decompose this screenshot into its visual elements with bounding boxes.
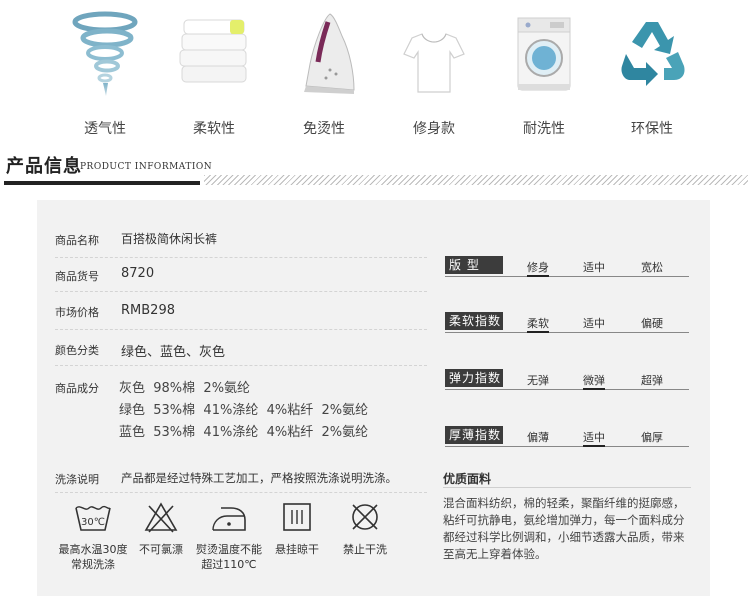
scale-label: 版 型 — [445, 256, 503, 274]
no-bleach-icon — [144, 502, 178, 533]
feature-label: 修身款 — [413, 121, 455, 137]
feature-label: 柔软性 — [193, 121, 235, 137]
care-divider — [55, 492, 427, 493]
feature-label: 透气性 — [84, 121, 126, 137]
feature-slim-fit: 修身款 — [384, 8, 484, 137]
info-key: 商品货号 — [55, 270, 99, 283]
scale-option-selected: 修身 — [527, 259, 549, 277]
quality-divider — [443, 487, 691, 488]
info-value: RMB298 — [121, 303, 175, 318]
info-value: 绿色、蓝色、灰色 — [121, 345, 226, 360]
scale-option: 偏薄 — [527, 431, 549, 444]
product-info-panel: 商品名称 百搭极简休闲长裤 商品货号 8720 市场价格 RMB298 颜色分类… — [37, 200, 710, 596]
info-value: 8720 — [121, 266, 155, 281]
scale-label: 厚薄指数 — [445, 426, 503, 444]
info-value: 百搭极简休闲长裤 — [121, 232, 218, 246]
info-key: 市场价格 — [55, 306, 99, 319]
washing-machine-icon — [517, 17, 571, 91]
scale-softness: 柔软指数 柔软 适中 偏硬 — [443, 312, 691, 338]
section-title: 产品信息 — [6, 156, 82, 177]
composition-line: 绿色 53%棉 41%涤纶 4%粘纤 2%氨纶 — [119, 403, 369, 418]
scale-label: 弹力指数 — [445, 369, 503, 387]
info-key: 商品名称 — [55, 234, 99, 247]
scale-track — [445, 276, 689, 277]
scale-option-selected: 适中 — [583, 429, 605, 447]
care-key: 洗涤说明 — [55, 473, 99, 486]
wash-30-icon: 30℃ — [75, 505, 111, 531]
iron-temp-icon — [212, 507, 246, 531]
recycle-icon — [621, 22, 685, 86]
no-dry-clean-icon — [352, 504, 378, 530]
scale-thickness: 厚薄指数 偏薄 适中 偏厚 — [443, 426, 691, 452]
scale-option-selected: 微弹 — [583, 372, 605, 390]
hang-dry-icon — [283, 503, 311, 531]
scale-option: 偏硬 — [641, 317, 663, 330]
care-label: 禁止干洗 — [343, 543, 387, 556]
wash-temp-label: 30℃ — [81, 517, 105, 528]
info-key: 颜色分类 — [55, 344, 99, 357]
composition-line: 蓝色 53%棉 41%涤纶 4%粘纤 2%氨纶 — [119, 425, 369, 440]
scale-elasticity: 弹力指数 无弹 微弹 超弹 — [443, 369, 691, 395]
scale-option: 宽松 — [641, 261, 663, 274]
tornado-icon — [72, 11, 138, 96]
info-row-name: 商品名称 百搭极简休闲长裤 — [55, 230, 427, 258]
scale-track — [445, 446, 689, 447]
hatch-divider — [204, 175, 748, 185]
info-row-colors: 颜色分类 绿色、蓝色、灰色 — [55, 330, 427, 366]
scale-label: 柔软指数 — [445, 312, 503, 330]
care-value: 产品都是经过特殊工艺加工，严格按照洗涤说明洗涤。 — [121, 471, 397, 485]
scale-track — [445, 389, 689, 390]
quality-title: 优质面料 — [443, 472, 492, 486]
scale-option: 偏厚 — [641, 431, 663, 444]
composition-line: 灰色 98%棉 2%氨纶 — [119, 381, 251, 396]
care-item-no-dry-clean: 禁止干洗 — [323, 500, 407, 557]
title-underline — [4, 181, 200, 185]
scale-fit: 版 型 修身 适中 宽松 — [443, 256, 691, 282]
feature-softness: 柔软性 — [164, 8, 264, 137]
scale-option: 超弹 — [641, 374, 663, 387]
scale-option: 适中 — [583, 317, 605, 330]
feature-no-iron: 免烫性 — [274, 8, 374, 137]
feature-label: 耐洗性 — [523, 121, 565, 137]
iron-icon — [304, 13, 355, 94]
feature-eco-friendly: 环保性 — [602, 8, 702, 137]
feature-label: 免烫性 — [303, 121, 345, 137]
section-subtitle: PRODUCT INFORMATION — [80, 162, 213, 172]
info-row-sku: 商品货号 8720 — [55, 258, 427, 292]
scale-track — [445, 332, 689, 333]
info-row-price: 市场价格 RMB298 — [55, 292, 427, 330]
feature-icons-row: 透气性 柔软性 免烫性 修身款 耐洗性 环保性 — [0, 0, 750, 140]
scale-option: 适中 — [583, 261, 605, 274]
scale-option-selected: 柔软 — [527, 315, 549, 333]
folded-towels-icon — [179, 19, 247, 83]
info-key: 商品成分 — [55, 382, 99, 395]
tshirt-icon — [403, 33, 465, 93]
feature-breathability: 透气性 — [55, 8, 155, 137]
quality-description: 混合面料纺织，棉的轻柔，聚酯纤维的挺廓感，粘纤可抗静电，氨纶增加弹力，每一个面料… — [443, 496, 685, 561]
scale-option: 无弹 — [527, 374, 549, 387]
feature-label: 环保性 — [631, 121, 673, 137]
feature-wash-durability: 耐洗性 — [494, 8, 594, 137]
